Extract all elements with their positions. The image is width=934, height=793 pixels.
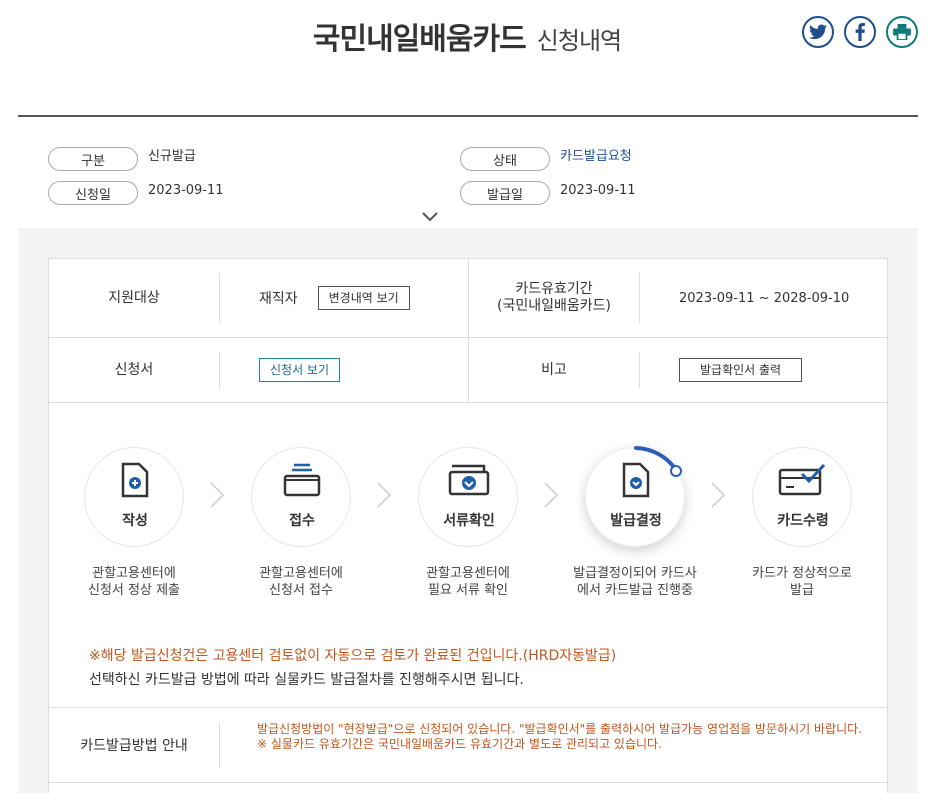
facebook-icon	[855, 23, 865, 41]
page-title: 국민내일배움카드 신청내역	[0, 14, 934, 58]
type-label: 구분	[48, 147, 138, 171]
target-label: 지원대상	[108, 289, 160, 306]
step-description: 발급결정이되어 카드사 에서 카드발급 진행중	[573, 566, 697, 598]
card-method-text: 발급신청방법이 "현장발급"으로 신청되어 있습니다. "발급확인서"를 출력하…	[257, 722, 882, 752]
target-value: 재직자	[259, 291, 298, 307]
validity-label-line2: (국민내일배움카드)	[497, 298, 611, 314]
issue-date-label: 발급일	[460, 181, 550, 205]
page-title-main: 국민내일배움카드	[312, 22, 527, 57]
page-title-sub: 신청내역	[536, 27, 622, 55]
chevron-right-icon	[710, 481, 726, 513]
document-plus-icon	[121, 462, 149, 498]
folder-check-icon	[448, 464, 490, 496]
chevron-right-icon	[543, 481, 559, 513]
step-document-check: 서류확인	[418, 447, 518, 547]
status-label: 상태	[460, 147, 550, 171]
step-card-receive: 카드수령	[752, 447, 852, 547]
step-label: 접수	[289, 513, 315, 529]
expand-chevron-icon[interactable]	[421, 208, 439, 227]
card-check-icon	[778, 463, 826, 496]
card-method-text-line1: 발급신청방법이 "현장발급"으로 신청되어 있습니다. "발급확인서"를 출력하…	[257, 722, 863, 736]
history-button[interactable]: 변경내역 보기	[317, 286, 410, 310]
facebook-share-button[interactable]	[844, 16, 876, 48]
step-label: 발급결정	[610, 513, 662, 529]
twitter-icon	[809, 24, 827, 40]
remark-cell: 발급확인서 출력	[679, 338, 879, 402]
step-label: 작성	[122, 513, 148, 529]
application-cell: 신청서 보기	[259, 338, 459, 402]
step-write: 작성	[84, 447, 184, 547]
detail-panel: 지원대상 재직자 변경내역 보기 카드유효기간 (국민내일배움카드) 2023-0…	[48, 258, 888, 793]
chevron-right-icon	[209, 481, 225, 513]
validity-value: 2023-09-11 ~ 2028-09-10	[679, 290, 850, 306]
procedure-notice: 선택하신 카드발급 방법에 따라 실물카드 발급절차를 진행해주시면 됩니다.	[89, 672, 524, 688]
step-issue-decision: 발급결정	[585, 446, 685, 547]
print-icon	[893, 24, 911, 40]
step-description: 관할고용센터에 필요 서류 확인	[426, 566, 510, 598]
detail-row-application: 신청서 신청서 보기 비고 발급확인서 출력	[49, 338, 887, 403]
remark-label: 비고	[541, 361, 567, 378]
validity-label-line1: 카드유효기간	[515, 281, 593, 297]
step-label: 서류확인	[443, 513, 495, 529]
tray-icon	[283, 463, 321, 497]
step-receive: 접수	[251, 447, 351, 547]
type-value: 신규발급	[148, 149, 196, 164]
print-button[interactable]	[886, 16, 918, 48]
apply-date-value: 2023-09-11	[148, 183, 224, 198]
chevron-right-icon	[376, 481, 392, 513]
step-description: 관할고용센터에 신청서 접수	[259, 566, 343, 598]
card-method-label: 카드발급방법 안내	[80, 738, 188, 754]
header-divider	[18, 115, 918, 117]
target-cell: 재직자 변경내역 보기	[259, 259, 459, 337]
detail-row-target: 지원대상 재직자 변경내역 보기 카드유효기간 (국민내일배움카드) 2023-0…	[49, 259, 887, 338]
apply-date-label: 신청일	[48, 181, 138, 205]
card-method-text-line2: ※ 실물카드 유효기간은 국민내일배움카드 유효기간과 별도로 관리되고 있습니…	[257, 737, 662, 751]
confirm-print-button[interactable]: 발급확인서 출력	[679, 358, 803, 382]
auto-issue-notice: ※해당 발급신청건은 고용센터 검토없이 자동으로 검토가 완료된 건입니다.(…	[89, 648, 617, 664]
step-description: 카드가 정상적으로 발급	[752, 566, 852, 598]
issue-date-value: 2023-09-11	[560, 183, 636, 198]
twitter-share-button[interactable]	[802, 16, 834, 48]
status-value: 카드발급요청	[560, 149, 632, 164]
validity-label: 카드유효기간 (국민내일배움카드)	[469, 259, 639, 337]
progress-arc	[634, 446, 682, 477]
step-description: 관할고용센터에 신청서 정상 제출	[88, 566, 180, 598]
application-label: 신청서	[114, 361, 154, 378]
document-check-icon	[622, 462, 650, 498]
application-view-button[interactable]: 신청서 보기	[259, 358, 341, 382]
step-label: 카드수령	[777, 513, 829, 529]
card-method-row: 카드발급방법 안내 발급신청방법이 "현장발급"으로 신청되어 있습니다. "발…	[49, 707, 887, 783]
